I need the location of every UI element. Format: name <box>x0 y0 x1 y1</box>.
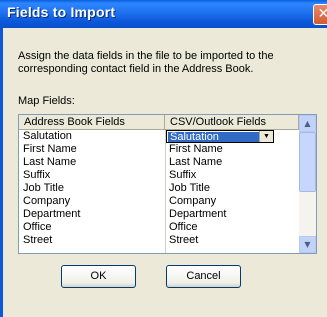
csv-field-cell: Suffix <box>169 169 197 181</box>
window-title: Fields to Import <box>7 4 116 20</box>
address-book-field-cell: Office <box>23 221 52 233</box>
window-frame-left <box>0 28 3 317</box>
table-row[interactable]: First Name First Name <box>19 143 299 156</box>
csv-field-cell: Office <box>169 221 198 233</box>
csv-field-dropdown[interactable]: Salutation ▼ <box>166 130 274 143</box>
csv-field-cell: Department <box>169 208 227 220</box>
chevron-down-icon[interactable]: ▼ <box>259 131 273 142</box>
csv-field-cell: Street <box>169 234 199 246</box>
scrollbar-thumb[interactable] <box>299 132 316 192</box>
description-text: Assign the data fields in the file to be… <box>18 50 274 75</box>
table-row[interactable]: Salutation Salutation ▼ <box>19 130 299 143</box>
table-row[interactable]: Street Street <box>19 234 299 247</box>
csv-field-cell: Company <box>169 195 217 207</box>
address-book-field-cell: First Name <box>23 143 77 155</box>
title-bar[interactable]: Fields to Import ✕ <box>0 0 327 28</box>
close-icon[interactable]: ✕ <box>313 4 327 25</box>
address-book-field-cell: Company <box>23 195 71 207</box>
table-row[interactable]: Department Department <box>19 208 299 221</box>
table-row[interactable]: Company Company <box>19 195 299 208</box>
address-book-field-cell: Job Title <box>23 182 64 194</box>
scroll-up-icon[interactable]: ▲ <box>299 115 316 132</box>
vertical-scrollbar[interactable]: ▲ ▼ <box>299 115 316 253</box>
csv-field-cell: Job Title <box>169 182 210 194</box>
dropdown-value: Salutation <box>170 131 219 143</box>
address-book-field-cell: Department <box>23 208 81 220</box>
header-address-book-fields[interactable]: Address Book Fields <box>19 115 165 130</box>
header-csv-outlook-fields[interactable]: CSV/Outlook Fields <box>165 115 299 130</box>
map-fields-label: Map Fields: <box>18 95 75 107</box>
table-row[interactable]: Last Name Last Name <box>19 156 299 169</box>
dialog-window: Fields to Import ✕ Assign the data field… <box>0 0 327 317</box>
csv-field-cell: First Name <box>169 143 223 155</box>
csv-field-cell: Last Name <box>169 156 223 168</box>
address-book-field-cell: Suffix <box>23 169 51 181</box>
scroll-down-icon[interactable]: ▼ <box>299 236 316 253</box>
address-book-field-cell: Last Name <box>23 156 77 168</box>
cancel-button[interactable]: Cancel <box>166 265 241 288</box>
table-row[interactable]: Suffix Suffix <box>19 169 299 182</box>
table-row[interactable]: Job Title Job Title <box>19 182 299 195</box>
address-book-field-cell: Street <box>23 234 53 246</box>
address-book-field-cell: Salutation <box>23 130 72 142</box>
table-row[interactable]: Office Office <box>19 221 299 234</box>
ok-button[interactable]: OK <box>61 265 136 288</box>
field-mapping-table[interactable]: Address Book Fields CSV/Outlook Fields S… <box>18 114 317 254</box>
